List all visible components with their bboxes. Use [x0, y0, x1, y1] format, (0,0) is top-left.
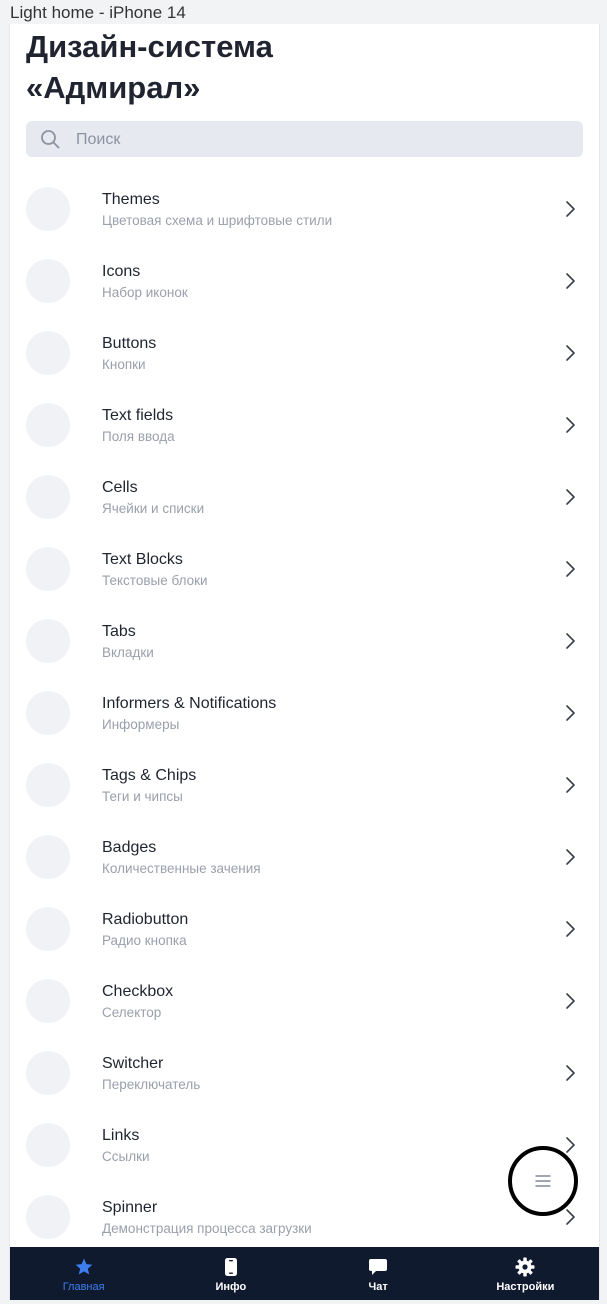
- tab-label: Чат: [368, 1281, 388, 1293]
- tab-label: Инфо: [215, 1281, 247, 1293]
- item-avatar: [26, 1051, 70, 1095]
- item-subtitle: Радио кнопка: [102, 933, 187, 948]
- chevron-right-icon: [564, 776, 576, 799]
- tab-info[interactable]: Инфо: [157, 1247, 304, 1300]
- item-title: Cells: [102, 479, 138, 496]
- item-avatar: [26, 259, 70, 303]
- item-avatar: [26, 835, 70, 879]
- chat-icon: [368, 1257, 388, 1282]
- item-title: Radiobutton: [102, 911, 189, 928]
- item-avatar: [26, 331, 70, 375]
- list-item[interactable]: Text fields Поля ввода: [10, 389, 599, 461]
- chevron-right-icon: [564, 848, 576, 871]
- item-title: Links: [102, 1127, 140, 1144]
- list-item[interactable]: Tabs Вкладки: [10, 605, 599, 677]
- item-title: Tags & Chips: [102, 767, 197, 784]
- search-bar[interactable]: [26, 121, 583, 159]
- item-avatar: [26, 1195, 70, 1239]
- tab-settings[interactable]: Настройки: [452, 1247, 599, 1300]
- item-title: Themes: [102, 191, 160, 208]
- tab-chat[interactable]: Чат: [305, 1247, 452, 1300]
- chevron-right-icon: [564, 560, 576, 583]
- list-item[interactable]: Switcher Переключатель: [10, 1037, 599, 1109]
- list-item[interactable]: Icons Набор иконок: [10, 245, 599, 317]
- list-item[interactable]: Badges Количественные зачения: [10, 821, 599, 893]
- menu-icon: [535, 1174, 551, 1193]
- chevron-right-icon: [564, 416, 576, 439]
- chevron-right-icon: [564, 1208, 576, 1231]
- item-subtitle: Вкладки: [102, 645, 154, 660]
- item-title: Informers & Notifications: [102, 695, 277, 712]
- item-subtitle: Селектор: [102, 1005, 162, 1020]
- phone-screen: Дизайн-система «Адмирал» Themes Цветовая…: [9, 24, 600, 1300]
- chevron-right-icon: [564, 488, 576, 511]
- chevron-right-icon: [564, 1064, 576, 1087]
- chevron-right-icon: [564, 992, 576, 1015]
- list-item[interactable]: Text Blocks Текстовые блоки: [10, 533, 599, 605]
- item-avatar: [26, 547, 70, 591]
- search-icon: [40, 129, 60, 154]
- item-subtitle: Количественные зачения: [102, 861, 261, 876]
- item-title: Checkbox: [102, 983, 174, 1000]
- item-title: Badges: [102, 839, 157, 856]
- list-item[interactable]: Checkbox Селектор: [10, 965, 599, 1037]
- item-avatar: [26, 691, 70, 735]
- chevron-right-icon: [564, 704, 576, 727]
- tab-label: Главная: [62, 1281, 105, 1293]
- item-subtitle: Поля ввода: [102, 429, 175, 444]
- item-title: Buttons: [102, 335, 157, 352]
- item-title: Tabs: [102, 623, 136, 640]
- item-subtitle: Ячейки и списки: [102, 501, 205, 516]
- item-avatar: [26, 403, 70, 447]
- chevron-right-icon: [564, 920, 576, 943]
- item-avatar: [26, 1123, 70, 1167]
- item-subtitle: Информеры: [102, 717, 180, 732]
- star-icon: [74, 1257, 94, 1282]
- tab-home[interactable]: Главная: [10, 1247, 157, 1300]
- phone-icon: [224, 1257, 238, 1282]
- chevron-right-icon: [564, 344, 576, 367]
- tab-label: Настройки: [496, 1281, 555, 1293]
- list-item[interactable]: Buttons Кнопки: [10, 317, 599, 389]
- tab-bar: Главная Инфо Чат Настройки: [10, 1247, 599, 1300]
- item-subtitle: Набор иконок: [102, 285, 188, 300]
- item-avatar: [26, 475, 70, 519]
- list-item[interactable]: Cells Ячейки и списки: [10, 461, 599, 533]
- item-title: Icons: [102, 263, 141, 280]
- list-item[interactable]: Radiobutton Радио кнопка: [10, 893, 599, 965]
- chevron-right-icon: [564, 200, 576, 223]
- item-title: Spinner: [102, 1199, 158, 1216]
- list-item[interactable]: Themes Цветовая схема и шрифтовые стили: [10, 173, 599, 245]
- item-subtitle: Кнопки: [102, 357, 146, 372]
- item-avatar: [26, 187, 70, 231]
- page-title: Дизайн-система «Адмирал»: [26, 29, 273, 105]
- menu-fab-button[interactable]: [508, 1146, 578, 1216]
- list-item[interactable]: Informers & Notifications Информеры: [10, 677, 599, 749]
- chevron-right-icon: [564, 632, 576, 655]
- item-subtitle: Цветовая схема и шрифтовые стили: [102, 213, 333, 228]
- item-avatar: [26, 907, 70, 951]
- item-avatar: [26, 619, 70, 663]
- frame-label: Light home - iPhone 14: [10, 3, 186, 22]
- item-title: Text fields: [102, 407, 174, 424]
- item-subtitle: Переключатель: [102, 1077, 201, 1092]
- search-input[interactable]: [74, 121, 558, 159]
- component-list: Themes Цветовая схема и шрифтовые стили …: [10, 173, 599, 1253]
- list-item[interactable]: Tags & Chips Теги и чипсы: [10, 749, 599, 821]
- item-title: Switcher: [102, 1055, 164, 1072]
- item-subtitle: Демонстрация процесса загрузки: [102, 1221, 312, 1236]
- chevron-right-icon: [564, 272, 576, 295]
- gear-icon: [515, 1257, 535, 1282]
- item-subtitle: Теги и чипсы: [102, 789, 183, 804]
- item-avatar: [26, 763, 70, 807]
- item-title: Text Blocks: [102, 551, 183, 568]
- item-subtitle: Текстовые блоки: [102, 573, 208, 588]
- item-avatar: [26, 979, 70, 1023]
- item-subtitle: Ссылки: [102, 1149, 150, 1164]
